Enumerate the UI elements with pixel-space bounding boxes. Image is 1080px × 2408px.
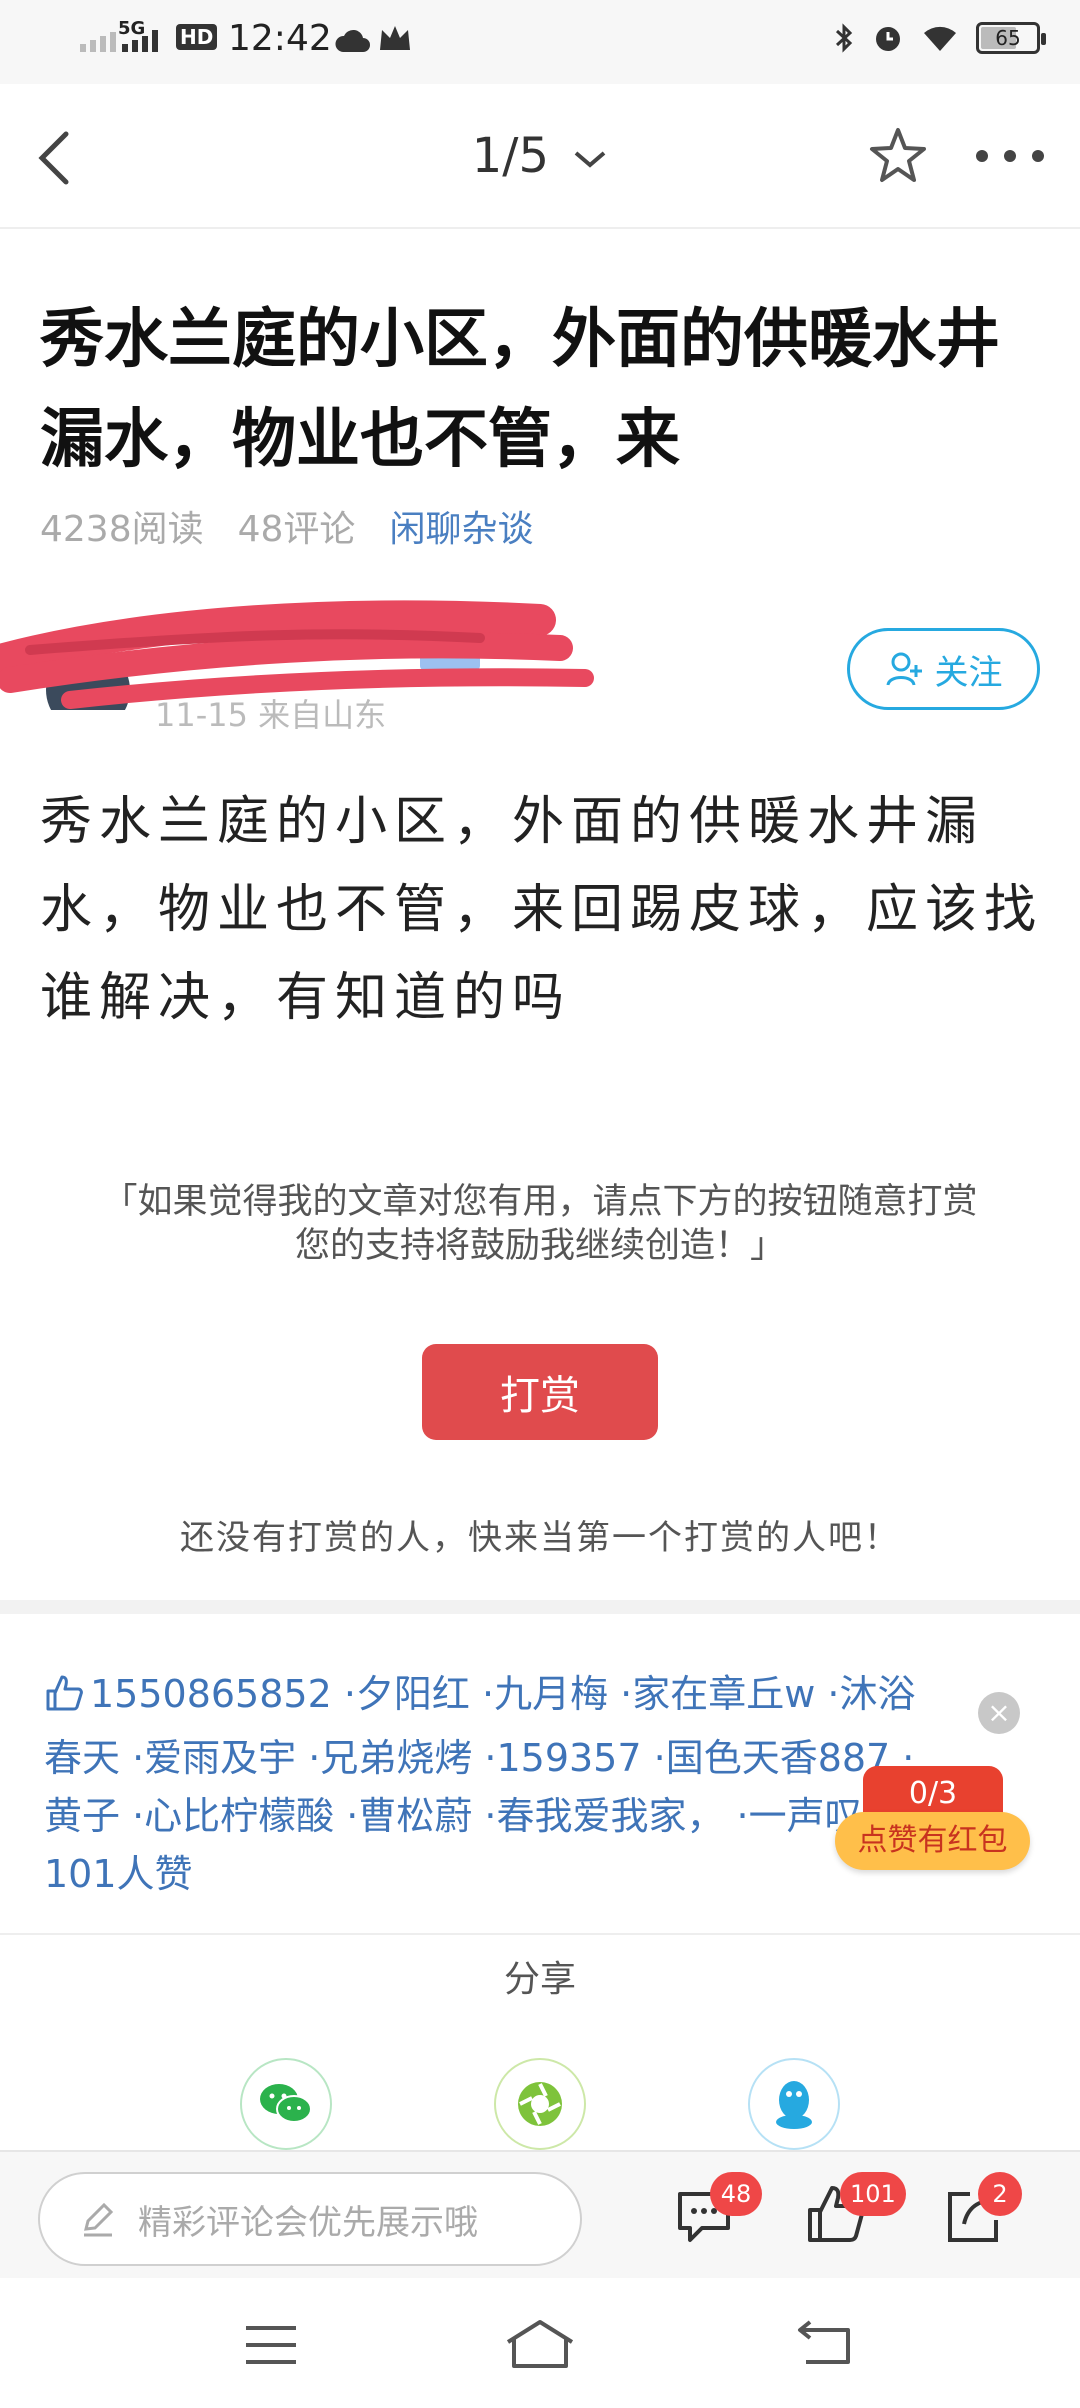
pencil-icon bbox=[84, 2202, 114, 2237]
follow-button[interactable]: 关注 bbox=[847, 628, 1040, 710]
reward-note: 「如果觉得我的文章对您有用，请点下方的按钮随意打赏 您的支持将鼓励我继续创造！」 bbox=[40, 1180, 1040, 1268]
like-list: 1550865852 ·夕阳红 ·九月梅 ·家在章丘w ·沐浴春天 ·爱雨及宇 … bbox=[44, 1665, 944, 1903]
share-title: 分享 bbox=[440, 1950, 640, 2002]
signal-5g-icon bbox=[122, 22, 158, 52]
home-icon[interactable] bbox=[504, 2318, 576, 2370]
more-dot bbox=[1004, 150, 1016, 162]
share-row bbox=[0, 2058, 1080, 2150]
close-icon[interactable]: × bbox=[978, 1692, 1020, 1734]
reward-note-line: 「如果觉得我的文章对您有用，请点下方的按钮随意打赏 bbox=[102, 1182, 978, 1222]
battery-icon: 65 bbox=[976, 22, 1046, 54]
wifi-icon bbox=[924, 26, 956, 51]
alarm-icon bbox=[876, 27, 900, 51]
thumbs-up-icon bbox=[44, 1671, 84, 1729]
comment-badge: 48 bbox=[710, 2172, 762, 2216]
crown-icon bbox=[378, 24, 412, 58]
menu-icon[interactable] bbox=[244, 2322, 298, 2368]
red-packet-label: 点赞有红包 bbox=[835, 1812, 1030, 1870]
author-info: 11-15 来自山东 bbox=[155, 696, 387, 734]
status-icons: 65 bbox=[834, 22, 1046, 54]
more-dot bbox=[1032, 150, 1044, 162]
like-badge: 101 bbox=[840, 2172, 906, 2216]
follow-label: 关注 bbox=[934, 652, 1003, 693]
moments-icon bbox=[518, 2082, 562, 2126]
system-nav-bar bbox=[0, 2278, 1080, 2408]
red-packet-widget[interactable]: 0/3 点赞有红包 bbox=[835, 1766, 1030, 1878]
comment-input[interactable]: 精彩评论会优先展示哦 bbox=[38, 2172, 582, 2266]
reward-empty-text: 还没有打赏的人，快来当第一个打赏的人吧！ bbox=[180, 1518, 900, 1558]
post-title: 秀水兰庭的小区，外面的供暖水井漏水，物业也不管，来 bbox=[40, 303, 1000, 477]
top-nav: 1/5 bbox=[0, 84, 1080, 229]
share-divider bbox=[0, 1933, 1080, 1935]
qq-icon bbox=[776, 2081, 812, 2129]
share-moments-button[interactable] bbox=[494, 2058, 586, 2150]
signal-icon bbox=[80, 22, 116, 52]
chevron-down-icon bbox=[574, 151, 606, 168]
reward-note-line: 您的支持将鼓励我继续创造！」 bbox=[294, 1226, 785, 1266]
star-icon bbox=[870, 128, 926, 182]
comment-placeholder: 精彩评论会优先展示哦 bbox=[138, 2202, 478, 2243]
favorite-button[interactable] bbox=[866, 124, 930, 188]
post-meta: 4238阅读 48评论 闲聊杂谈 bbox=[40, 500, 533, 552]
section-divider bbox=[0, 1600, 1080, 1614]
wechat-icon bbox=[260, 2084, 312, 2123]
like-names[interactable]: 1550865852 ·夕阳红 ·九月梅 ·家在章丘w ·沐浴春天 ·爱雨及宇 … bbox=[44, 1672, 939, 1896]
share-button[interactable]: 2 bbox=[940, 2172, 1022, 2250]
bluetooth-icon bbox=[835, 23, 853, 53]
comment-count: 48评论 bbox=[237, 509, 356, 550]
post-body: 秀水兰庭的小区，外面的供暖水井漏水，物业也不管，来回踢皮球，应该找谁解决，有知道… bbox=[40, 792, 1044, 1028]
status-time: 12:42 bbox=[228, 18, 332, 59]
reward-button[interactable]: 打赏 bbox=[422, 1344, 658, 1440]
more-dot bbox=[976, 150, 988, 162]
share-badge: 2 bbox=[978, 2172, 1022, 2216]
more-button[interactable] bbox=[976, 150, 1044, 162]
comment-bar: 精彩评论会优先展示哦 48 101 2 bbox=[0, 2150, 1080, 2278]
hd-badge: HD bbox=[176, 24, 218, 50]
back-nav-icon[interactable] bbox=[796, 2320, 854, 2368]
add-user-icon bbox=[886, 652, 922, 686]
comments-button[interactable]: 48 bbox=[672, 2172, 762, 2250]
share-wechat-button[interactable] bbox=[240, 2058, 332, 2150]
category-link[interactable]: 闲聊杂谈 bbox=[389, 500, 533, 552]
page-indicator: 1/5 bbox=[471, 128, 549, 184]
read-count: 4238阅读 bbox=[40, 509, 204, 550]
status-bar: 5G HD 12:42 65 bbox=[0, 0, 1080, 84]
like-button[interactable]: 101 bbox=[802, 2172, 906, 2250]
share-qq-button[interactable] bbox=[748, 2058, 840, 2150]
cloud-icon bbox=[335, 26, 371, 58]
